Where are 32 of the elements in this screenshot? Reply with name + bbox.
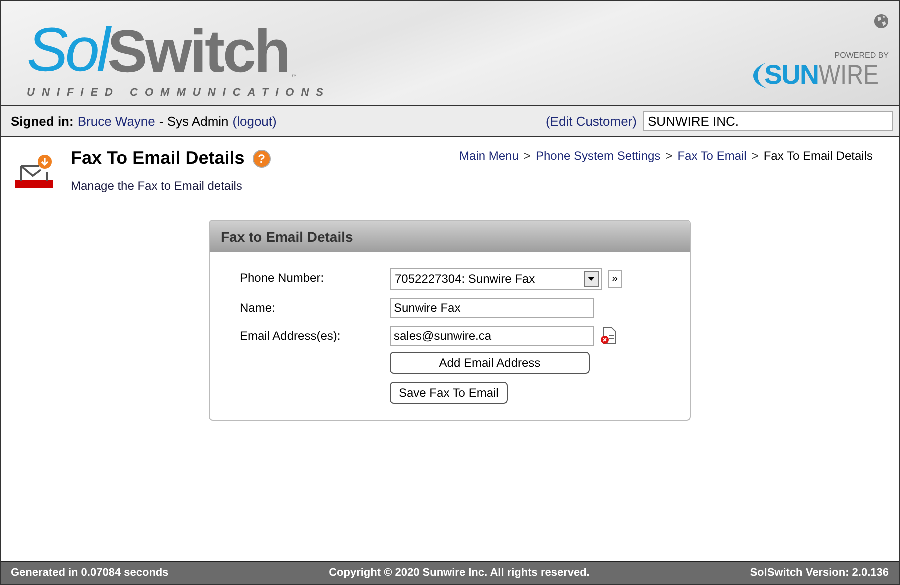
version-text: SolSwitch Version: 2.0.136 <box>750 567 889 579</box>
edit-customer-link[interactable]: (Edit Customer) <box>546 114 637 128</box>
copyright-text: Copyright © 2020 Sunwire Inc. All rights reserved. <box>329 567 590 579</box>
breadcrumb-separator: > <box>666 149 673 163</box>
field-label: Name: <box>240 300 276 315</box>
field-label: Email Address(es): <box>240 328 342 343</box>
user-link[interactable]: Bruce Wayne <box>78 114 156 128</box>
remove-document-icon[interactable] <box>600 327 618 345</box>
more-button[interactable]: » <box>608 270 622 288</box>
breadcrumb-separator: > <box>752 149 759 163</box>
breadcrumb-separator: > <box>524 149 531 163</box>
field-label: Phone Number: <box>240 270 326 285</box>
caret-icon <box>584 271 599 287</box>
breadcrumb-link[interactable]: Fax To Email <box>678 149 747 163</box>
logout-link[interactable]: (logout) <box>232 114 277 128</box>
page-subtitle: Manage the Fax to Email details <box>71 179 244 193</box>
page-title: Fax To Email Details <box>71 148 245 169</box>
save-button[interactable]: Save Fax To Email <box>390 382 508 404</box>
phone-number-dropdown[interactable]: 7052227304: Sunwire Fax <box>390 268 602 290</box>
name-field[interactable]: Sunwire Fax <box>390 298 594 318</box>
breadcrumb-link[interactable]: Phone System Settings <box>536 149 661 163</box>
user-role: - Sys Admin <box>159 114 229 128</box>
customer-field[interactable]: SUNWIRE INC. <box>643 111 893 131</box>
current-page-label: Fax To Email Details <box>764 149 873 163</box>
breadcrumb-link[interactable]: Main Menu <box>460 149 519 163</box>
add-email-button[interactable]: Add Email Address <box>390 352 590 374</box>
generated-time: Generated in 0.07084 seconds <box>11 567 169 579</box>
panel-title: Fax to Email Details <box>221 228 354 244</box>
signed-in-label: Signed in: <box>11 114 74 128</box>
email-field[interactable]: sales@sunwire.ca <box>390 326 594 346</box>
sunwire-logo: POWERED BY SUNWIRE <box>746 51 889 91</box>
globe-icon[interactable] <box>874 14 889 29</box>
